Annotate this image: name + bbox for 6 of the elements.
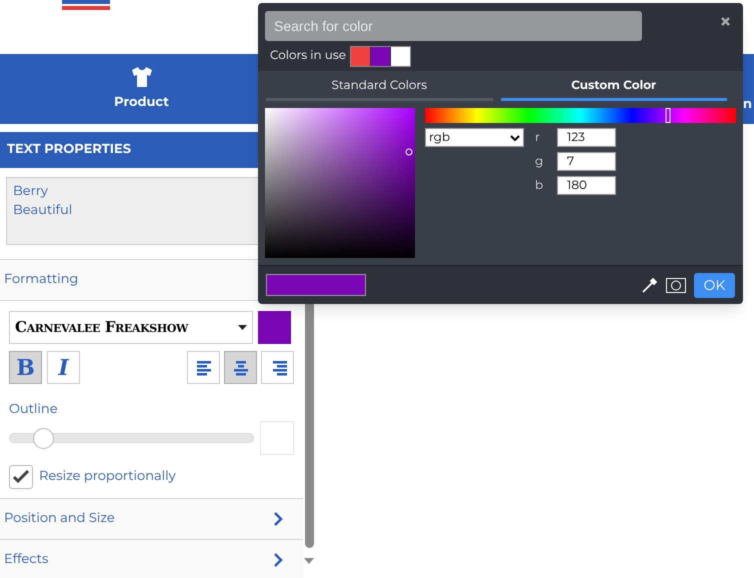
channel-label: g: [535, 152, 544, 170]
outline-label: Outline: [9, 400, 59, 419]
channel-label: r: [535, 128, 541, 146]
checkbox-label: Resize proportionally: [39, 466, 176, 486]
colors-in-use-label: Colors in use: [270, 47, 346, 65]
channel-label: b: [535, 176, 544, 194]
